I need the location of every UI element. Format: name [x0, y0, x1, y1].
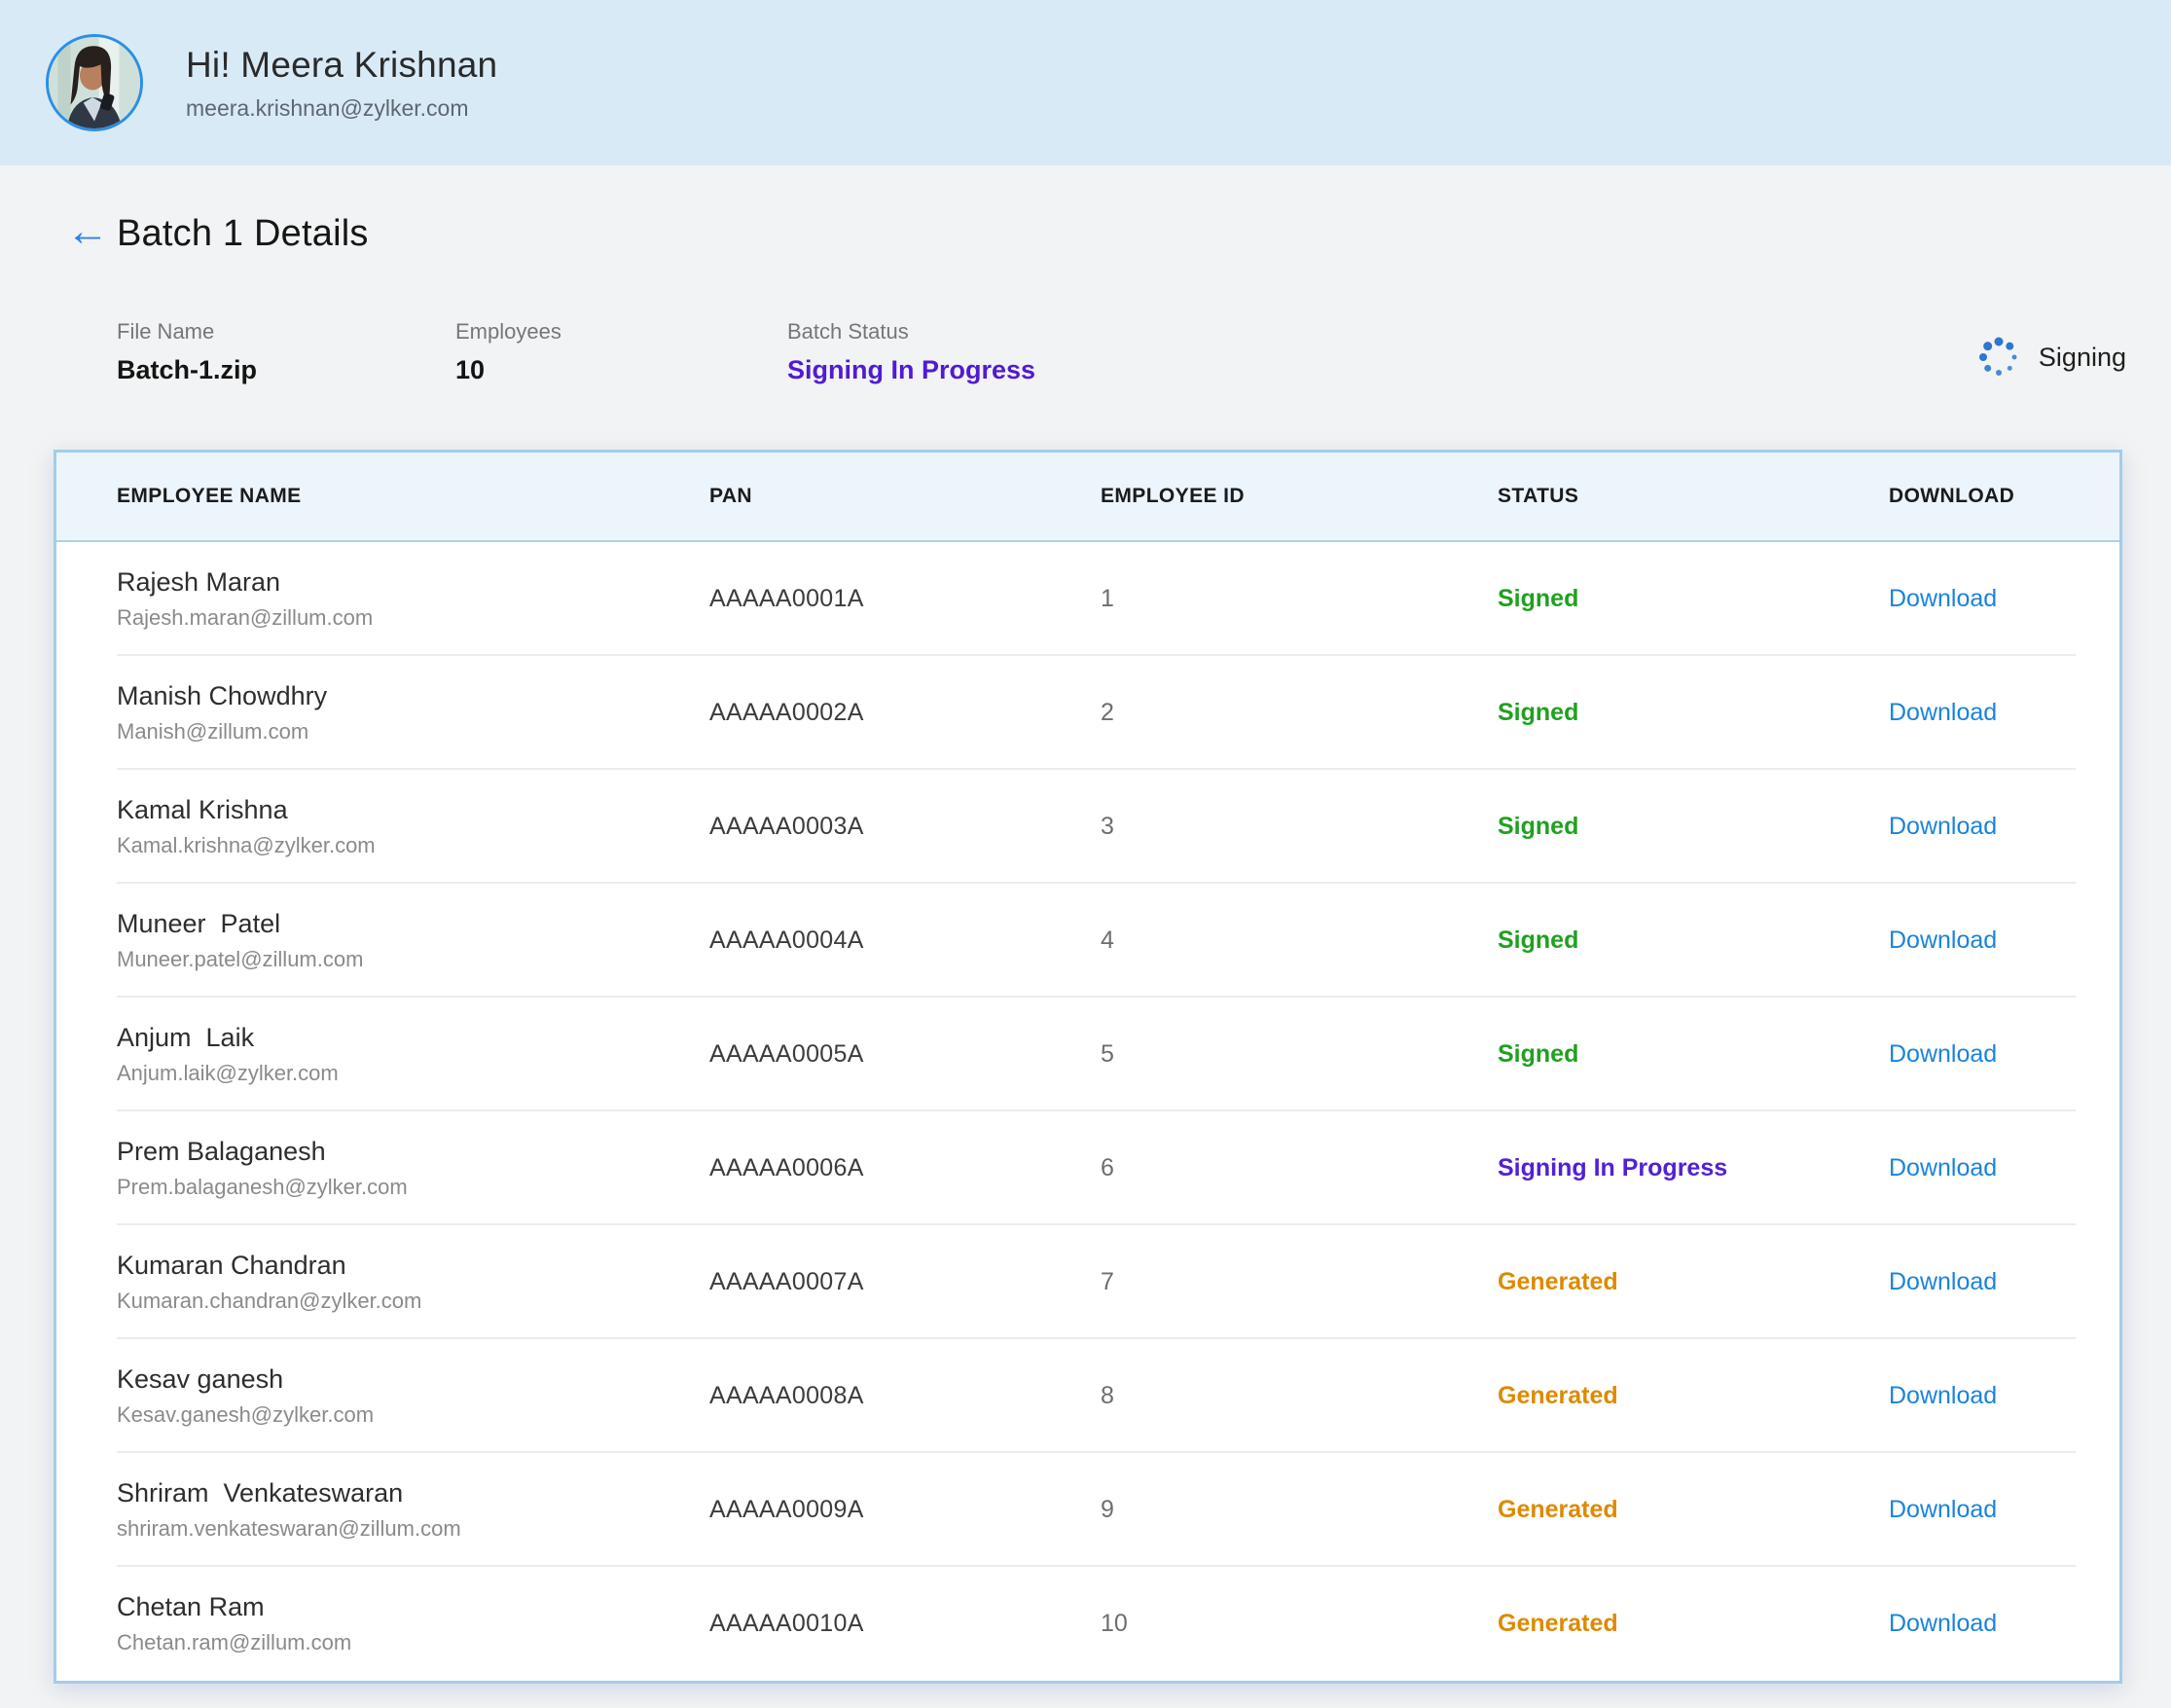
table-row: Manish Chowdhry Manish@zillum.com AAAAA0… [56, 656, 2119, 770]
employee-email: Chetan.ram@zillum.com [117, 1630, 709, 1655]
batch-info-strip: File Name Batch-1.zip Employees 10 Batch… [0, 319, 2171, 397]
avatar [46, 34, 143, 131]
download-link[interactable]: Download [1889, 699, 1997, 726]
employee-email: shriram.venkateswaran@zillum.com [117, 1516, 709, 1542]
employee-pan: AAAAA0004A [709, 927, 1101, 955]
status-badge: Signed [1498, 813, 1889, 841]
employee-id: 5 [1101, 1040, 1498, 1069]
employee-email: Kamal.krishna@zylker.com [117, 833, 709, 858]
status-badge: Signed [1498, 927, 1889, 955]
signing-indicator: Signing [1978, 337, 2126, 378]
avatar-photo-placeholder [49, 37, 140, 128]
table-row: Kesav ganesh Kesav.ganesh@zylker.com AAA… [56, 1339, 2119, 1453]
batch-status-label: Batch Status [787, 319, 1035, 345]
download-link[interactable]: Download [1889, 813, 1997, 840]
column-header-pan: PAN [709, 485, 1101, 508]
employee-name: Kamal Krishna [117, 795, 709, 825]
download-link[interactable]: Download [1889, 1610, 1997, 1637]
employees-count: 10 [455, 355, 561, 385]
download-link[interactable]: Download [1889, 927, 1997, 954]
signing-indicator-label: Signing [2039, 343, 2126, 373]
user-greeting: Hi! Meera Krishnan [186, 45, 497, 86]
employee-id: 2 [1101, 699, 1498, 727]
page-title: Batch 1 Details [117, 213, 369, 255]
employee-name: Muneer Patel [117, 909, 709, 939]
download-link[interactable]: Download [1889, 1268, 1997, 1295]
table-row: Chetan Ram Chetan.ram@zillum.com AAAAA00… [56, 1567, 2119, 1681]
employee-name: Manish Chowdhry [117, 681, 709, 711]
batch-status-value: Signing In Progress [787, 355, 1035, 385]
employee-id: 4 [1101, 927, 1498, 955]
spinner-icon [1978, 337, 2019, 378]
table-row: Kamal Krishna Kamal.krishna@zylker.com A… [56, 770, 2119, 884]
employees-label: Employees [455, 319, 561, 345]
user-email: meera.krishnan@zylker.com [186, 95, 497, 122]
employee-pan: AAAAA0005A [709, 1040, 1101, 1069]
employee-email: Prem.balaganesh@zylker.com [117, 1175, 709, 1200]
employee-id: 10 [1101, 1610, 1498, 1638]
download-link[interactable]: Download [1889, 1382, 1997, 1409]
download-link[interactable]: Download [1889, 1154, 1997, 1181]
employee-name: Rajesh Maran [117, 567, 709, 598]
employee-id: 1 [1101, 585, 1498, 613]
status-badge: Signed [1498, 699, 1889, 727]
status-badge: Generated [1498, 1268, 1889, 1296]
employee-email: Anjum.laik@zylker.com [117, 1061, 709, 1086]
employee-pan: AAAAA0009A [709, 1496, 1101, 1524]
employee-email: Manish@zillum.com [117, 719, 709, 745]
employee-email: Muneer.patel@zillum.com [117, 947, 709, 972]
employee-id: 7 [1101, 1268, 1498, 1296]
back-arrow-icon[interactable]: ← [66, 210, 109, 253]
employee-pan: AAAAA0003A [709, 813, 1101, 841]
status-badge: Signed [1498, 1040, 1889, 1069]
employee-id: 6 [1101, 1154, 1498, 1182]
column-header-employee-name: EMPLOYEE NAME [117, 485, 709, 508]
employee-email: Kumaran.chandran@zylker.com [117, 1289, 709, 1314]
employee-pan: AAAAA0001A [709, 585, 1101, 613]
table-row: Rajesh Maran Rajesh.maran@zillum.com AAA… [56, 542, 2119, 656]
employee-name: Chetan Ram [117, 1592, 709, 1622]
table-row: Prem Balaganesh Prem.balaganesh@zylker.c… [56, 1111, 2119, 1225]
column-header-status: STATUS [1498, 485, 1889, 508]
employee-email: Rajesh.maran@zillum.com [117, 605, 709, 631]
table-row: Kumaran Chandran Kumaran.chandran@zylker… [56, 1225, 2119, 1339]
employee-pan: AAAAA0010A [709, 1610, 1101, 1638]
table-body: Rajesh Maran Rajesh.maran@zillum.com AAA… [56, 542, 2119, 1681]
employee-pan: AAAAA0002A [709, 699, 1101, 727]
file-name-label: File Name [117, 319, 257, 345]
employees-table: EMPLOYEE NAME PAN EMPLOYEE ID STATUS DOW… [54, 450, 2122, 1684]
employee-pan: AAAAA0008A [709, 1382, 1101, 1410]
employee-email: Kesav.ganesh@zylker.com [117, 1402, 709, 1428]
column-header-employee-id: EMPLOYEE ID [1101, 485, 1498, 508]
user-banner: Hi! Meera Krishnan meera.krishnan@zylker… [0, 0, 2171, 165]
table-row: Anjum Laik Anjum.laik@zylker.com AAAAA00… [56, 998, 2119, 1111]
download-link[interactable]: Download [1889, 1040, 1997, 1068]
status-badge: Generated [1498, 1496, 1889, 1524]
status-badge: Generated [1498, 1382, 1889, 1410]
employee-pan: AAAAA0007A [709, 1268, 1101, 1296]
employee-pan: AAAAA0006A [709, 1154, 1101, 1182]
employee-name: Anjum Laik [117, 1023, 709, 1053]
download-link[interactable]: Download [1889, 585, 1997, 612]
status-badge: Generated [1498, 1610, 1889, 1638]
status-badge: Signed [1498, 585, 1889, 613]
status-badge: Signing In Progress [1498, 1154, 1889, 1182]
employee-name: Kumaran Chandran [117, 1251, 709, 1281]
employee-name: Kesav ganesh [117, 1364, 709, 1395]
file-name-value: Batch-1.zip [117, 355, 257, 385]
employee-id: 9 [1101, 1496, 1498, 1524]
employee-name: Prem Balaganesh [117, 1137, 709, 1167]
employee-id: 3 [1101, 813, 1498, 841]
table-row: Muneer Patel Muneer.patel@zillum.com AAA… [56, 884, 2119, 998]
table-row: Shriram Venkateswaran shriram.venkateswa… [56, 1453, 2119, 1567]
employee-name: Shriram Venkateswaran [117, 1478, 709, 1508]
employee-id: 8 [1101, 1382, 1498, 1410]
column-header-download: DOWNLOAD [1889, 485, 2076, 508]
download-link[interactable]: Download [1889, 1496, 1997, 1523]
table-header-row: EMPLOYEE NAME PAN EMPLOYEE ID STATUS DOW… [56, 453, 2119, 542]
